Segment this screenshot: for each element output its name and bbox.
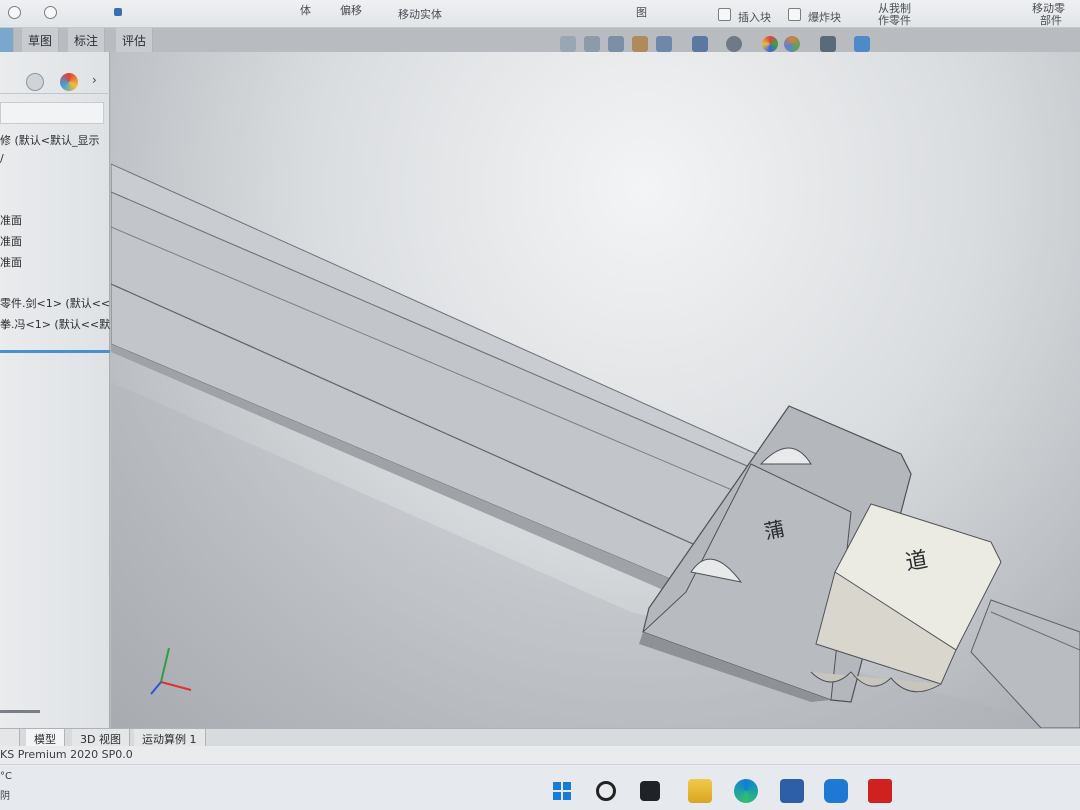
tab-evaluate[interactable]: 评估 — [116, 28, 154, 52]
tab-sketch[interactable]: 草图 — [22, 28, 60, 52]
ribbon-insert-block[interactable]: 插入块 — [738, 9, 771, 25]
chevron-right-icon[interactable]: › — [92, 73, 97, 87]
insert-block-icon[interactable] — [718, 8, 731, 21]
ribbon-part[interactable]: 部件 — [1040, 12, 1062, 28]
tree-plane-right[interactable]: 准面 — [0, 254, 110, 270]
panel-scroll[interactable] — [0, 710, 40, 713]
tab-motion-study[interactable]: 运动算例 1 — [134, 729, 206, 747]
windows-taskbar: °C 阴 — [0, 764, 1080, 810]
previous-view-icon[interactable] — [608, 36, 624, 52]
tab-nav-left[interactable] — [0, 729, 20, 747]
app-icon[interactable] — [824, 779, 848, 803]
windows-icon[interactable] — [550, 779, 574, 803]
section-view-icon[interactable] — [632, 36, 648, 52]
ribbon-make-part[interactable]: 作零件 — [878, 12, 911, 28]
file-explorer-icon[interactable] — [688, 779, 712, 803]
tab-3d-view[interactable]: 3D 视图 — [72, 729, 130, 747]
ribbon-drawing[interactable]: 图 — [636, 4, 647, 20]
command-tabs: 草图 标注 评估 — [0, 28, 165, 52]
hide-show-icon[interactable] — [726, 36, 742, 52]
search-icon[interactable] — [596, 781, 616, 801]
feature-manager-panel: › 修 (默认<默认_显示 / 准面 准面 准面 零件.剑<1> (默认<< 拳… — [0, 52, 110, 728]
weather-desc[interactable]: 阴 — [0, 787, 10, 802]
ribbon-move-body[interactable]: 移动实体 — [398, 6, 442, 22]
scene-icon[interactable] — [784, 36, 800, 52]
tab-annotate[interactable]: 标注 — [68, 28, 106, 52]
origin-icon[interactable] — [854, 36, 870, 52]
view-orientation-icon[interactable] — [656, 36, 672, 52]
tree-filter[interactable] — [0, 102, 104, 124]
tree-part-guard[interactable]: 拳.冯<1> (默认<<默 — [0, 316, 110, 332]
graphics-viewport[interactable]: 蒲 道 — [111, 52, 1080, 728]
explode-block-icon[interactable] — [788, 8, 801, 21]
model-canvas: 蒲 道 — [111, 163, 1080, 728]
ribbon-explode-block[interactable]: 爆炸块 — [808, 9, 841, 25]
zoom-area-icon[interactable] — [584, 36, 600, 52]
tree-plane-front[interactable]: 准面 — [0, 212, 110, 228]
tree-row-note[interactable]: / — [0, 152, 110, 165]
view-icon[interactable] — [8, 6, 21, 19]
status-bar: KS Premium 2020 SP0.0 — [0, 746, 1080, 764]
tab-model[interactable]: 模型 — [26, 729, 65, 747]
display-style-icon[interactable] — [692, 36, 708, 52]
view-settings-icon[interactable] — [820, 36, 836, 52]
config-manager-icon[interactable] — [26, 73, 44, 91]
command-ribbon: 体 偏移 移动实体 图 插入块 爆炸块 从我制 作零件 移动零 部件 — [0, 0, 1080, 28]
panel-tabs: › — [0, 70, 110, 94]
tree-part-sword[interactable]: 零件.剑<1> (默认<< — [0, 295, 110, 311]
tree-root[interactable]: 修 (默认<默认_显示 — [0, 132, 110, 148]
edge-icon[interactable] — [734, 779, 758, 803]
taskview-icon[interactable] — [640, 781, 660, 801]
display-manager-icon[interactable] — [60, 73, 78, 91]
sketch-point-icon[interactable] — [114, 8, 122, 16]
ribbon-body[interactable]: 体 — [300, 2, 311, 18]
weather-temp[interactable]: °C — [0, 771, 12, 782]
panel-splitter[interactable] — [0, 350, 110, 353]
ribbon-offset[interactable]: 偏移 — [340, 2, 362, 18]
status-version: KS Premium 2020 SP0.0 — [0, 748, 133, 761]
tab-features[interactable] — [0, 28, 14, 52]
store-icon[interactable] — [780, 779, 804, 803]
bottom-tabs: 模型 3D 视图 运动算例 1 — [0, 728, 1080, 747]
zoom-fit-icon[interactable] — [560, 36, 576, 52]
tree-plane-top[interactable]: 准面 — [0, 233, 110, 249]
handle-engraving: 道 — [904, 547, 930, 575]
appearance-icon[interactable] — [762, 36, 778, 52]
solidworks-icon[interactable] — [868, 779, 892, 803]
clock-icon[interactable] — [44, 6, 57, 19]
